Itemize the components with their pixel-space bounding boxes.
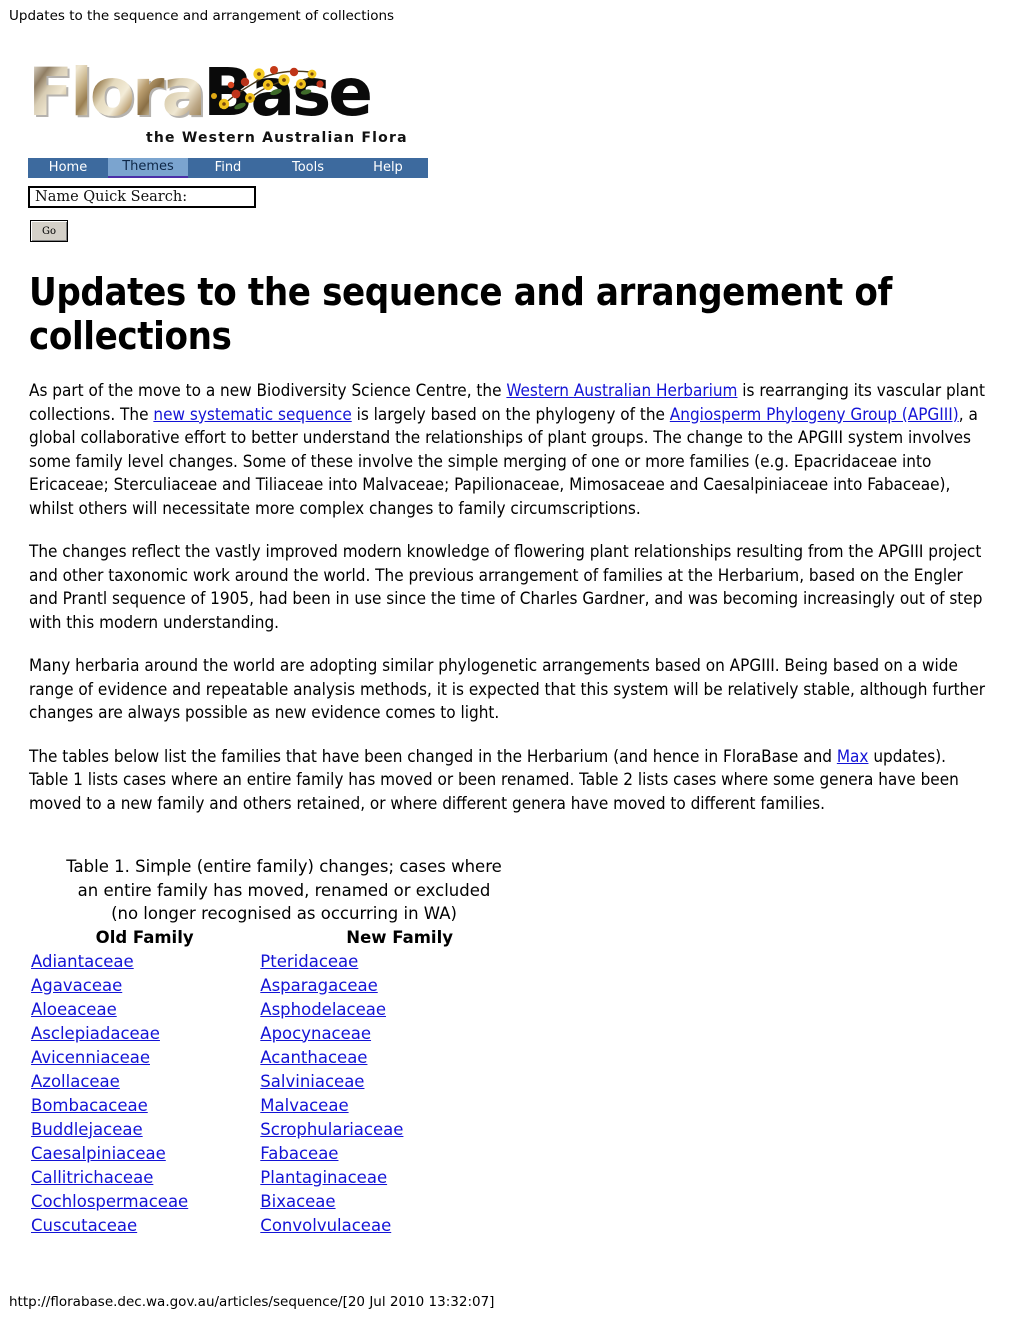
link-new-family[interactable]: Pteridaceae bbox=[260, 952, 358, 971]
p1-text-1: As part of the move to a new Biodiversit… bbox=[29, 381, 507, 401]
nav-item-home[interactable]: Home bbox=[28, 158, 108, 178]
link-new-family[interactable]: Asparagaceae bbox=[260, 976, 377, 995]
link-old-family[interactable]: Cochlospermaceae bbox=[31, 1192, 188, 1211]
link-old-family[interactable]: Aloeaceae bbox=[31, 1000, 117, 1019]
link-old-family[interactable]: Bombacaceae bbox=[31, 1096, 148, 1115]
logo-wordmark: FloraBase bbox=[28, 54, 373, 132]
link-new-family[interactable]: Bixaceae bbox=[260, 1192, 335, 1211]
link-new-family[interactable]: Acanthaceae bbox=[260, 1048, 367, 1067]
link-old-family[interactable]: Callitrichaceae bbox=[31, 1168, 153, 1187]
cell-old-family: Buddlejaceae bbox=[29, 1118, 260, 1142]
cell-old-family: Cuscutaceae bbox=[29, 1214, 260, 1238]
paragraph-many-herbaria: Many herbaria around the world are adopt… bbox=[29, 656, 986, 723]
link-old-family[interactable]: Agavaceae bbox=[31, 976, 122, 995]
cell-new-family: Fabaceae bbox=[260, 1142, 539, 1166]
table-row: Callitrichaceae Plantaginaceae bbox=[29, 1166, 539, 1190]
main-navigation: Home Themes Find Tools Help bbox=[28, 158, 428, 178]
cell-new-family: Convolvulaceae bbox=[260, 1214, 539, 1238]
table-1-section: Table 1. Simple (entire family) changes;… bbox=[29, 855, 539, 1238]
table-row: Aloeaceae Asphodelaceae bbox=[29, 998, 539, 1022]
cell-new-family: Plantaginaceae bbox=[260, 1166, 539, 1190]
link-old-family[interactable]: Azollaceae bbox=[31, 1072, 120, 1091]
link-western-australian-herbarium[interactable]: Western Australian Herbarium bbox=[506, 381, 737, 401]
nav-item-themes[interactable]: Themes bbox=[108, 158, 188, 178]
cell-old-family: Aloeaceae bbox=[29, 998, 260, 1022]
cell-new-family: Malvaceae bbox=[260, 1094, 539, 1118]
article-body: Updates to the sequence and arrangement … bbox=[29, 270, 989, 836]
logo-tagline: the Western Australian Flora bbox=[146, 130, 408, 146]
florabase-logo[interactable]: FloraBase bbox=[28, 54, 428, 140]
table-1-families: Old Family New Family Adiantaceae Pterid… bbox=[29, 928, 539, 1238]
link-new-family[interactable]: Apocynaceae bbox=[260, 1024, 371, 1043]
table-1-caption-line-3: (no longer recognised as occurring in WA… bbox=[111, 904, 457, 923]
table-row: Agavaceae Asparagaceae bbox=[29, 974, 539, 998]
cell-new-family: Asphodelaceae bbox=[260, 998, 539, 1022]
link-angiosperm-phylogeny-group[interactable]: Angiosperm Phylogeny Group (APGIII) bbox=[670, 405, 959, 425]
link-new-family[interactable]: Plantaginaceae bbox=[260, 1168, 387, 1187]
link-old-family[interactable]: Caesalpiniaceae bbox=[31, 1144, 166, 1163]
link-max[interactable]: Max bbox=[837, 747, 869, 767]
cell-new-family: Scrophulariaceae bbox=[260, 1118, 539, 1142]
table-row: Azollaceae Salviniaceae bbox=[29, 1070, 539, 1094]
cell-new-family: Apocynaceae bbox=[260, 1022, 539, 1046]
masthead: FloraBase the Western Australian Flora bbox=[28, 54, 428, 146]
link-new-family[interactable]: Salviniaceae bbox=[260, 1072, 364, 1091]
nav-item-tools[interactable]: Tools bbox=[268, 158, 348, 178]
link-old-family[interactable]: Adiantaceae bbox=[31, 952, 134, 971]
table-row: Avicenniaceae Acanthaceae bbox=[29, 1046, 539, 1070]
cell-new-family: Salviniaceae bbox=[260, 1070, 539, 1094]
link-new-family[interactable]: Fabaceae bbox=[260, 1144, 338, 1163]
table-row: Asclepiadaceae Apocynaceae bbox=[29, 1022, 539, 1046]
table-1-body: Adiantaceae Pteridaceae Agavaceae Aspara… bbox=[29, 950, 539, 1238]
paragraph-tables-below: The tables below list the families that … bbox=[29, 746, 989, 817]
logo-flora-text: Flora bbox=[28, 54, 206, 131]
link-old-family[interactable]: Asclepiadaceae bbox=[31, 1024, 160, 1043]
cell-new-family: Bixaceae bbox=[260, 1190, 539, 1214]
search-go-button[interactable]: Go bbox=[30, 220, 68, 242]
link-new-family[interactable]: Scrophulariaceae bbox=[260, 1120, 403, 1139]
cell-old-family: Callitrichaceae bbox=[29, 1166, 260, 1190]
cell-old-family: Agavaceae bbox=[29, 974, 260, 998]
footer-url: http://florabase.dec.wa.gov.au/articles/… bbox=[9, 1294, 495, 1310]
cell-new-family: Acanthaceae bbox=[260, 1046, 539, 1070]
table-row: Caesalpiniaceae Fabaceae bbox=[29, 1142, 539, 1166]
table-header-row: Old Family New Family bbox=[29, 928, 539, 950]
p4-text-1: The tables below list the families that … bbox=[29, 746, 837, 767]
cell-old-family: Cochlospermaceae bbox=[29, 1190, 260, 1214]
cell-old-family: Asclepiadaceae bbox=[29, 1022, 260, 1046]
link-new-family[interactable]: Malvaceae bbox=[260, 1096, 348, 1115]
link-old-family[interactable]: Cuscutaceae bbox=[31, 1216, 137, 1235]
table-row: Bombacaceae Malvaceae bbox=[29, 1094, 539, 1118]
table-row: Adiantaceae Pteridaceae bbox=[29, 950, 539, 974]
table-row: Cochlospermaceae Bixaceae bbox=[29, 1190, 539, 1214]
link-new-family[interactable]: Asphodelaceae bbox=[260, 1000, 386, 1019]
paragraph-intro: As part of the move to a new Biodiversit… bbox=[29, 380, 989, 521]
cell-old-family: Caesalpiniaceae bbox=[29, 1142, 260, 1166]
cell-old-family: Avicenniaceae bbox=[29, 1046, 260, 1070]
table-1-caption-line-1: Table 1. Simple (entire family) changes;… bbox=[66, 857, 502, 876]
cell-old-family: Adiantaceae bbox=[29, 950, 260, 974]
name-quick-search-input[interactable] bbox=[28, 186, 256, 208]
link-new-family[interactable]: Convolvulaceae bbox=[260, 1216, 391, 1235]
link-new-systematic-sequence[interactable]: new systematic sequence bbox=[153, 405, 351, 425]
link-old-family[interactable]: Avicenniaceae bbox=[31, 1048, 150, 1067]
cell-new-family: Pteridaceae bbox=[260, 950, 539, 974]
nav-item-help[interactable]: Help bbox=[348, 158, 428, 178]
p1-text-3: is largely based on the phylogeny of the bbox=[351, 404, 670, 425]
link-old-family[interactable]: Buddlejaceae bbox=[31, 1120, 143, 1139]
table-1-caption: Table 1. Simple (entire family) changes;… bbox=[29, 855, 539, 926]
logo-base-text: Base bbox=[203, 54, 373, 131]
table-1-caption-line-2: an entire family has moved, renamed or e… bbox=[77, 880, 491, 900]
table-row: Cuscutaceae Convolvulaceae bbox=[29, 1214, 539, 1238]
table-row: Buddlejaceae Scrophulariaceae bbox=[29, 1118, 539, 1142]
column-header-old-family: Old Family bbox=[95, 927, 194, 947]
cell-new-family: Asparagaceae bbox=[260, 974, 539, 998]
cell-old-family: Bombacaceae bbox=[29, 1094, 260, 1118]
nav-item-find[interactable]: Find bbox=[188, 158, 268, 178]
column-header-new-family: New Family bbox=[346, 927, 453, 947]
page-title-bar: Updates to the sequence and arrangement … bbox=[9, 8, 395, 24]
article-heading: Updates to the sequence and arrangement … bbox=[29, 270, 892, 358]
cell-old-family: Azollaceae bbox=[29, 1070, 260, 1094]
paragraph-changes-reflect: The changes reflect the vastly improved … bbox=[29, 542, 983, 633]
